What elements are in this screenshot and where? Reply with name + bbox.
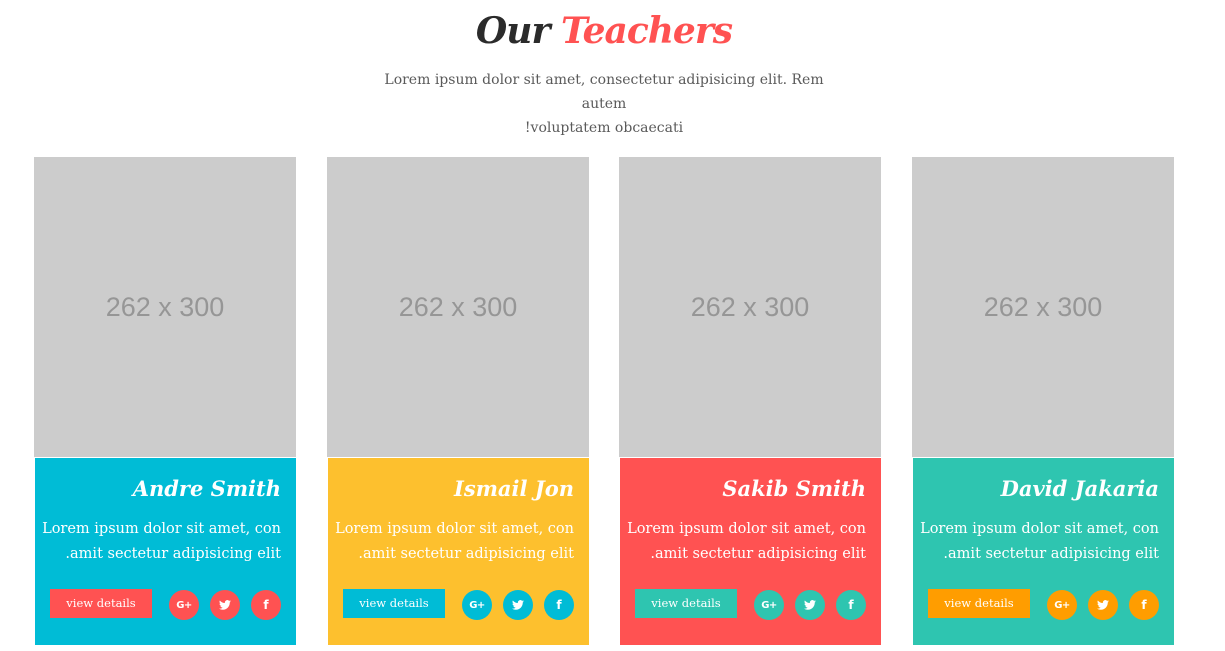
teacher-description-line: .amit sectetur adipisicing elit bbox=[650, 546, 866, 562]
teacher-photo-placeholder: 262 x 300 bbox=[34, 157, 296, 457]
teacher-info-panel: Ismail Jon Lorem ipsum dolor sit amet, c… bbox=[328, 458, 589, 645]
teacher-cards: 262 x 300 Andre Smith Lorem ipsum dolor … bbox=[34, 157, 1174, 645]
facebook-icon[interactable]: f bbox=[836, 590, 866, 620]
teacher-description-line: Lorem ipsum dolor sit amet, con bbox=[335, 521, 574, 537]
teacher-photo-placeholder: 262 x 300 bbox=[619, 157, 881, 457]
teacher-description-line: .amit sectetur adipisicing elit bbox=[943, 546, 1159, 562]
teacher-description: Lorem ipsum dolor sit amet, con .amit se… bbox=[41, 517, 281, 567]
section-title-dark: Our bbox=[475, 10, 550, 52]
teacher-card: 262 x 300 Ismail Jon Lorem ipsum dolor s… bbox=[327, 157, 589, 645]
section-subtitle-line: Lorem ipsum dolor sit amet, consectetur … bbox=[384, 72, 824, 112]
teacher-description: Lorem ipsum dolor sit amet, con .amit se… bbox=[334, 517, 574, 567]
teacher-description-line: .amit sectetur adipisicing elit bbox=[65, 546, 281, 562]
teacher-info-panel: Sakib Smith Lorem ipsum dolor sit amet, … bbox=[620, 458, 881, 645]
twitter-icon[interactable] bbox=[210, 590, 240, 620]
google-plus-icon[interactable]: G+ bbox=[169, 590, 199, 620]
twitter-icon[interactable] bbox=[1088, 590, 1118, 620]
teacher-card: 262 x 300 Sakib Smith Lorem ipsum dolor … bbox=[619, 157, 881, 645]
teacher-description-line: Lorem ipsum dolor sit amet, con bbox=[920, 521, 1159, 537]
google-plus-icon[interactable]: G+ bbox=[754, 590, 784, 620]
section-subtitle: Lorem ipsum dolor sit amet, consectetur … bbox=[374, 68, 834, 140]
teacher-description-line: .amit sectetur adipisicing elit bbox=[358, 546, 574, 562]
view-details-button[interactable]: view details bbox=[928, 589, 1030, 618]
photo-placeholder-label: 262 x 300 bbox=[105, 291, 225, 322]
teacher-description: Lorem ipsum dolor sit amet, con .amit se… bbox=[919, 517, 1159, 567]
section-title: Our Teachers bbox=[0, 8, 1208, 54]
google-plus-icon[interactable]: G+ bbox=[1047, 590, 1077, 620]
section-title-accent: Teachers bbox=[560, 10, 733, 52]
photo-placeholder-label: 262 x 300 bbox=[398, 291, 518, 322]
google-plus-icon[interactable]: G+ bbox=[462, 590, 492, 620]
teacher-name: Ismail Jon bbox=[454, 476, 574, 501]
teacher-description: Lorem ipsum dolor sit amet, con .amit se… bbox=[626, 517, 866, 567]
facebook-icon[interactable]: f bbox=[251, 590, 281, 620]
teacher-info-panel: Andre Smith Lorem ipsum dolor sit amet, … bbox=[35, 458, 296, 645]
teacher-name: Sakib Smith bbox=[722, 476, 866, 501]
photo-placeholder-label: 262 x 300 bbox=[983, 291, 1103, 322]
teacher-name: Andre Smith bbox=[132, 476, 281, 501]
teacher-card: 262 x 300 David Jakaria Lorem ipsum dolo… bbox=[912, 157, 1174, 645]
facebook-icon[interactable]: f bbox=[1129, 590, 1159, 620]
teacher-photo-placeholder: 262 x 300 bbox=[912, 157, 1174, 457]
twitter-icon[interactable] bbox=[503, 590, 533, 620]
view-details-button[interactable]: view details bbox=[50, 589, 152, 618]
teachers-section: Our Teachers Lorem ipsum dolor sit amet,… bbox=[0, 0, 1225, 651]
teacher-info-panel: David Jakaria Lorem ipsum dolor sit amet… bbox=[913, 458, 1174, 645]
view-details-button[interactable]: view details bbox=[635, 589, 737, 618]
view-details-button[interactable]: view details bbox=[343, 589, 445, 618]
teacher-description-line: Lorem ipsum dolor sit amet, con bbox=[627, 521, 866, 537]
teacher-card: 262 x 300 Andre Smith Lorem ipsum dolor … bbox=[34, 157, 296, 645]
photo-placeholder-label: 262 x 300 bbox=[690, 291, 810, 322]
teacher-photo-placeholder: 262 x 300 bbox=[327, 157, 589, 457]
twitter-icon[interactable] bbox=[795, 590, 825, 620]
teacher-name: David Jakaria bbox=[1000, 476, 1159, 501]
section-subtitle-line: !voluptatem obcaecati bbox=[524, 120, 684, 136]
teacher-description-line: Lorem ipsum dolor sit amet, con bbox=[42, 521, 281, 537]
facebook-icon[interactable]: f bbox=[544, 590, 574, 620]
